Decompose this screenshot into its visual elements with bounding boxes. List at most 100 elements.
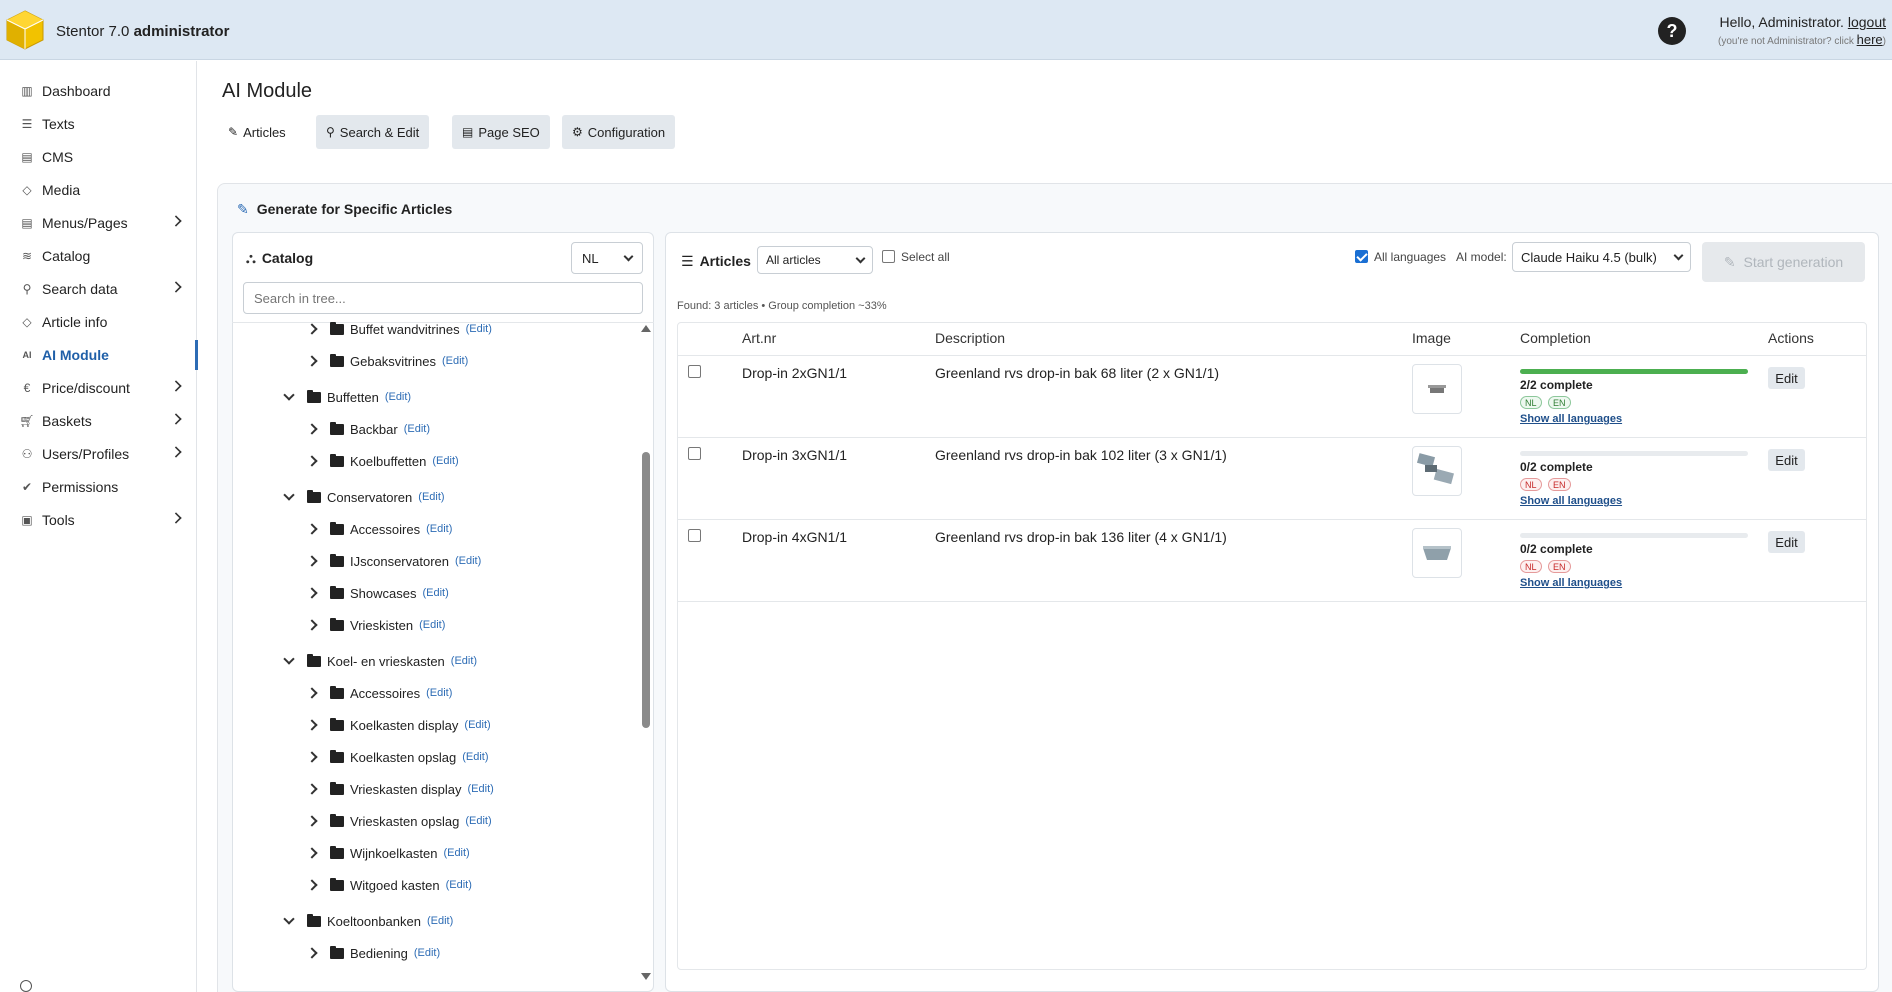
tree-node[interactable]: IJsconservatoren (Edit) <box>306 551 481 571</box>
tree-scrollbar[interactable] <box>641 322 651 982</box>
tree-node-edit-link[interactable]: (Edit) <box>432 455 458 467</box>
sidebar-item-price-discount[interactable]: € Price/discount <box>0 373 197 403</box>
sidebar-item-media[interactable]: ◇ Media <box>0 175 197 205</box>
scroll-up-icon[interactable] <box>641 325 651 332</box>
tree-node[interactable]: Accessoires (Edit) <box>306 683 452 703</box>
tree-node[interactable]: Buffetten (Edit) <box>283 387 411 407</box>
chevron-right-icon[interactable] <box>306 523 318 535</box>
chevron-right-icon[interactable] <box>306 751 318 763</box>
chevron-right-icon[interactable] <box>306 587 318 599</box>
chevron-right-icon[interactable] <box>306 719 318 731</box>
edit-button[interactable]: Edit <box>1768 449 1805 471</box>
tree-node-edit-link[interactable]: (Edit) <box>427 915 453 927</box>
help-icon[interactable]: ? <box>1658 17 1686 45</box>
tree-node-edit-link[interactable]: (Edit) <box>404 423 430 435</box>
tree-node[interactable]: Vrieskisten (Edit) <box>306 615 445 635</box>
tree-node[interactable]: Koelbuffetten (Edit) <box>306 451 459 471</box>
articles-filter-select[interactable]: All articles <box>757 246 873 274</box>
chevron-right-icon[interactable] <box>306 687 318 699</box>
chevron-down-icon[interactable] <box>283 653 295 665</box>
tab-configuration[interactable]: ⚙ Configuration <box>562 115 676 149</box>
row-checkbox[interactable] <box>688 529 701 542</box>
tree-node-edit-link[interactable]: (Edit) <box>418 491 444 503</box>
chevron-right-icon[interactable] <box>306 455 318 467</box>
tree-node[interactable]: Wijnkoelkasten (Edit) <box>306 843 470 863</box>
show-all-languages-link[interactable]: Show all languages <box>1520 495 1622 507</box>
tree-node[interactable]: Gebaksvitrines (Edit) <box>306 351 468 371</box>
tree-node-edit-link[interactable]: (Edit) <box>455 555 481 567</box>
tree-node[interactable]: Vrieskasten opslag (Edit) <box>306 811 492 831</box>
stentor-logo[interactable] <box>6 10 44 50</box>
tree-node-edit-link[interactable]: (Edit) <box>443 847 469 859</box>
tree-node-edit-link[interactable]: (Edit) <box>426 687 452 699</box>
sidebar-item-ai-module[interactable]: AI AI Module <box>0 340 198 370</box>
chevron-right-icon[interactable] <box>306 423 318 435</box>
sidebar-item-tools[interactable]: ▣ Tools <box>0 505 197 535</box>
row-checkbox[interactable] <box>688 447 701 460</box>
tree-node-edit-link[interactable]: (Edit) <box>442 355 468 367</box>
tree-node[interactable]: Conservatoren (Edit) <box>283 487 445 507</box>
tree-node-edit-link[interactable]: (Edit) <box>451 655 477 667</box>
tree-node-edit-link[interactable]: (Edit) <box>466 323 492 335</box>
tree-node[interactable]: Vrieskasten display (Edit) <box>306 779 494 799</box>
chevron-right-icon[interactable] <box>306 947 318 959</box>
show-all-languages-link[interactable]: Show all languages <box>1520 577 1622 589</box>
tree-node[interactable]: Showcases (Edit) <box>306 583 449 603</box>
chevron-down-icon[interactable] <box>283 389 295 401</box>
tree-node[interactable]: Koel- en vrieskasten (Edit) <box>283 651 477 671</box>
sidebar-item-menus-pages[interactable]: ▤ Menus/Pages <box>0 208 197 238</box>
sidebar-item-dashboard[interactable]: ▥ Dashboard <box>0 76 197 106</box>
tree-node-edit-link[interactable]: (Edit) <box>419 619 445 631</box>
switch-user-link[interactable]: here <box>1857 32 1883 47</box>
tree-node-edit-link[interactable]: (Edit) <box>468 783 494 795</box>
tree-node[interactable]: Bediening (Edit) <box>306 943 440 963</box>
all-languages-checkbox[interactable] <box>1355 250 1368 263</box>
edit-button[interactable]: Edit <box>1768 367 1805 389</box>
scroll-thumb[interactable] <box>642 452 650 728</box>
tree-node-edit-link[interactable]: (Edit) <box>446 879 472 891</box>
sidebar-item-search-data[interactable]: ⚲ Search data <box>0 274 197 304</box>
tab-articles[interactable]: ✎ Articles <box>218 115 296 149</box>
chevron-right-icon[interactable] <box>306 555 318 567</box>
tree-node-edit-link[interactable]: (Edit) <box>414 947 440 959</box>
row-checkbox[interactable] <box>688 365 701 378</box>
sidebar-item-cms[interactable]: ▤ CMS <box>0 142 197 172</box>
chevron-right-icon[interactable] <box>306 619 318 631</box>
tree-node[interactable]: Backbar (Edit) <box>306 419 430 439</box>
sidebar-item-article-info[interactable]: ◇ Article info <box>0 307 197 337</box>
tree-node[interactable]: Koelkasten opslag (Edit) <box>306 747 489 767</box>
sidebar-item-texts[interactable]: ☰ Texts <box>0 109 197 139</box>
chevron-right-icon[interactable] <box>306 879 318 891</box>
tree-node-edit-link[interactable]: (Edit) <box>464 719 490 731</box>
sidebar-item-permissions[interactable]: ✔ Permissions <box>0 472 197 502</box>
logout-link[interactable]: logout <box>1848 14 1886 30</box>
chevron-right-icon[interactable] <box>306 815 318 827</box>
edit-button[interactable]: Edit <box>1768 531 1805 553</box>
scroll-down-icon[interactable] <box>641 973 651 980</box>
chevron-right-icon[interactable] <box>306 847 318 859</box>
tree-search-input[interactable] <box>243 282 643 314</box>
language-select[interactable]: NL <box>571 242 643 274</box>
ai-model-select[interactable]: Claude Haiku 4.5 (bulk) <box>1512 242 1691 272</box>
chevron-down-icon[interactable] <box>283 913 295 925</box>
tree-node[interactable]: Accessoires (Edit) <box>306 519 452 539</box>
chevron-right-icon[interactable] <box>306 323 318 335</box>
tree-node[interactable]: Buffet wandvitrines (Edit) <box>306 319 492 339</box>
start-generation-button[interactable]: ✎ Start generation <box>1702 242 1865 282</box>
tree-node[interactable]: Witgoed kasten (Edit) <box>306 875 472 895</box>
tree-node-edit-link[interactable]: (Edit) <box>385 391 411 403</box>
tree-node-edit-link[interactable]: (Edit) <box>422 587 448 599</box>
tree-node-edit-link[interactable]: (Edit) <box>465 815 491 827</box>
sidebar-item-catalog[interactable]: ≋ Catalog <box>0 241 197 271</box>
chevron-right-icon[interactable] <box>306 355 318 367</box>
tab-page-seo[interactable]: ▤ Page SEO <box>452 115 550 149</box>
select-all-checkbox[interactable] <box>882 250 895 263</box>
tree-node[interactable]: Koeltoonbanken (Edit) <box>283 911 453 931</box>
chevron-right-icon[interactable] <box>306 783 318 795</box>
sidebar-item-baskets[interactable]: 🛒︎ Baskets <box>0 406 197 436</box>
sidebar-item-users-profiles[interactable]: ⚇ Users/Profiles <box>0 439 197 469</box>
tree-node-edit-link[interactable]: (Edit) <box>426 523 452 535</box>
chevron-down-icon[interactable] <box>283 489 295 501</box>
show-all-languages-link[interactable]: Show all languages <box>1520 413 1622 425</box>
tab-search-edit[interactable]: ⚲ Search & Edit <box>316 115 430 149</box>
